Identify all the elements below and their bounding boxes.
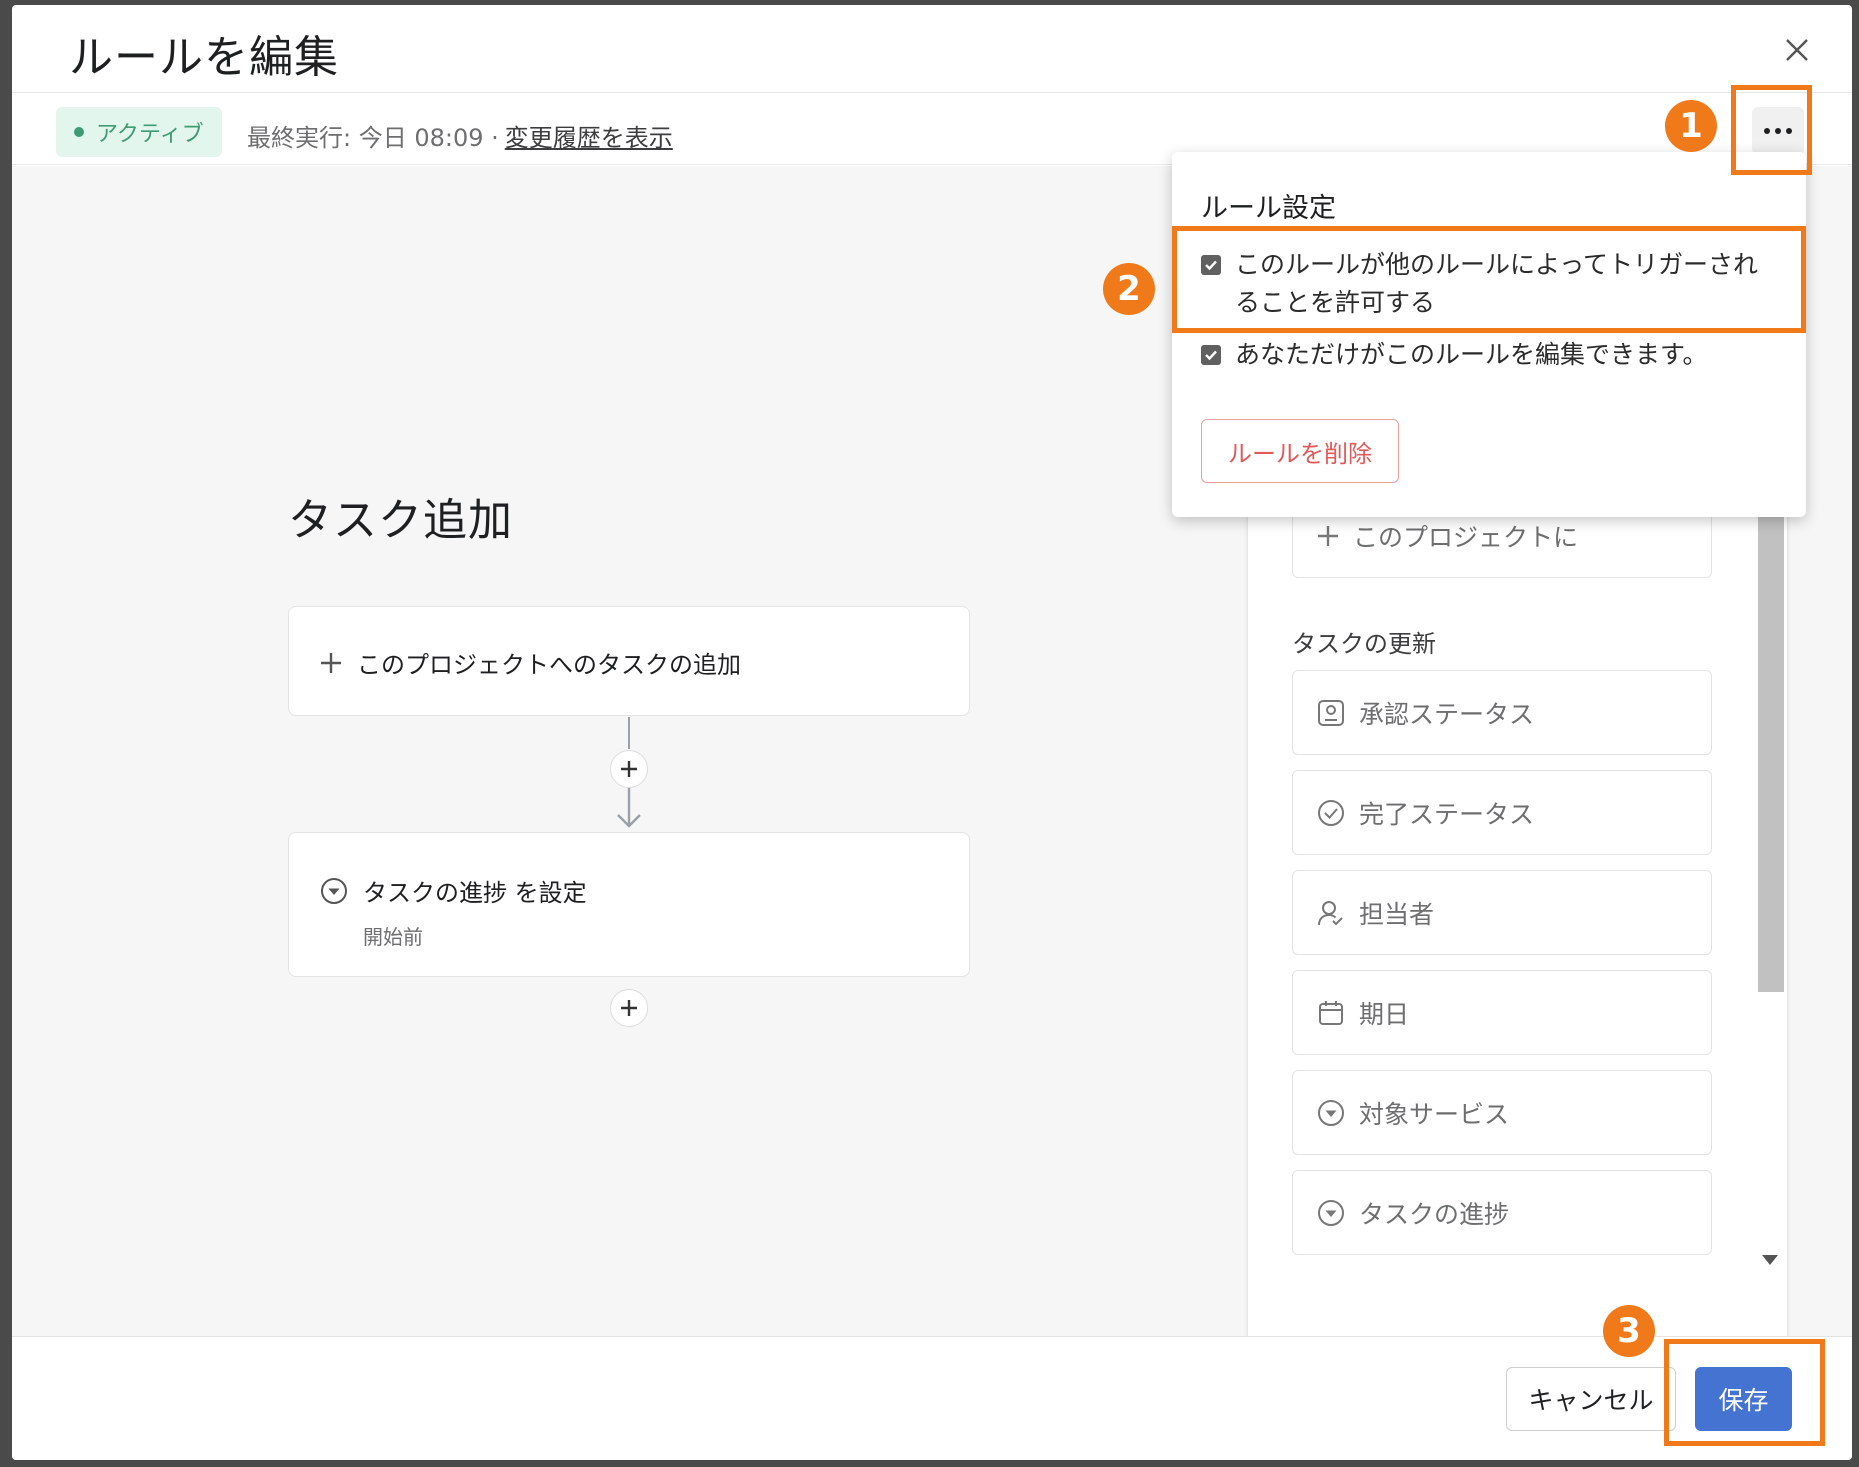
- checkmark-icon: [1205, 350, 1217, 361]
- cancel-button[interactable]: キャンセル: [1506, 1367, 1676, 1431]
- side-item-label: 期日: [1359, 999, 1410, 1029]
- side-item-label: 完了ステータス: [1359, 799, 1535, 829]
- allow-trigger-label-line2: ることを許可する: [1235, 288, 1436, 317]
- plus-icon: [321, 652, 341, 673]
- side-item-service[interactable]: 対象サービス: [1292, 1070, 1712, 1155]
- side-item-due-date[interactable]: 期日: [1292, 970, 1712, 1055]
- step-badge-1: 1: [1665, 100, 1717, 152]
- side-item-progress[interactable]: タスクの進捗: [1292, 1170, 1712, 1255]
- step-badge-2: 2: [1103, 263, 1155, 315]
- assignee-icon: [1318, 900, 1343, 925]
- trigger-card[interactable]: このプロジェクトへのタスクの追加: [288, 606, 970, 716]
- status-badge: アクティブ: [56, 107, 222, 157]
- plus-icon: [621, 1000, 637, 1016]
- only-you-edit-checkbox[interactable]: [1201, 345, 1221, 365]
- action-label: タスクの進捗 を設定: [363, 879, 587, 907]
- side-panel-scrollbar[interactable]: [1754, 506, 1784, 1350]
- connector-line: [628, 717, 630, 749]
- scrollbar-thumb[interactable]: [1758, 506, 1784, 992]
- rule-settings-title: ルール設定: [1201, 193, 1336, 224]
- side-item-approval[interactable]: 承認ステータス: [1292, 670, 1712, 755]
- trigger-label: このプロジェクトへのタスクの追加: [357, 651, 741, 679]
- side-item-completion[interactable]: 完了ステータス: [1292, 770, 1712, 855]
- calendar-icon: [1319, 1000, 1343, 1025]
- more-dots-icon: [1764, 128, 1770, 134]
- action-picker-panel: このプロジェクトに タスクの更新 承認ステータス 完了ステータス 担当者 期日 …: [1248, 506, 1787, 1350]
- only-you-edit-option[interactable]: あなただけがこのルールを編集できます。: [1201, 336, 1708, 374]
- allow-trigger-label-line1: このルールが他のルールによってトリガーされ: [1235, 250, 1759, 279]
- add-step-button[interactable]: [610, 750, 648, 788]
- action-card[interactable]: タスクの進捗 を設定 開始前: [288, 832, 970, 977]
- section-title: タスク追加: [288, 495, 513, 546]
- action-value: 開始前: [363, 925, 423, 949]
- step-badge-3: 3: [1603, 1305, 1655, 1357]
- close-icon: [1786, 39, 1808, 61]
- delete-rule-button[interactable]: ルールを削除: [1201, 419, 1399, 483]
- plus-icon: [1318, 525, 1338, 546]
- status-meta: 最終実行: 今日 08:09 · 変更履歴を表示: [247, 118, 673, 153]
- rule-settings-menu: ルール設定 このルールが他のルールによってトリガーされ ることを許可する あなた…: [1172, 152, 1806, 517]
- checkmark-icon: [1205, 260, 1217, 271]
- only-you-edit-label: あなただけがこのルールを編集できます。: [1235, 340, 1708, 369]
- arrow-down-icon: [617, 788, 641, 828]
- allow-trigger-option[interactable]: このルールが他のルールによってトリガーされ ることを許可する: [1201, 246, 1758, 322]
- history-link[interactable]: 変更履歴を表示: [505, 118, 673, 153]
- save-button[interactable]: 保存: [1695, 1367, 1792, 1431]
- allow-trigger-checkbox[interactable]: [1201, 255, 1221, 275]
- side-item-label: このプロジェクトに: [1353, 522, 1579, 552]
- modal-footer: キャンセル 保存: [12, 1336, 1852, 1460]
- side-item-label: 承認ステータス: [1359, 699, 1535, 729]
- approval-icon: [1318, 699, 1344, 726]
- status-label: アクティブ: [96, 122, 204, 147]
- add-step-button[interactable]: [610, 989, 648, 1027]
- side-item-label: 担当者: [1359, 899, 1435, 929]
- status-dot-icon: [74, 127, 84, 137]
- dropdown-field-icon: [1318, 1199, 1344, 1226]
- edit-rule-modal: ルールを編集 アクティブ 最終実行: 今日 08:09 · 変更履歴を表示 タス…: [12, 5, 1852, 1460]
- side-heading: タスクの更新: [1292, 630, 1436, 658]
- check-circle-icon: [1318, 799, 1344, 826]
- close-button[interactable]: [1772, 25, 1822, 75]
- modal-title: ルールを編集: [69, 32, 339, 83]
- side-item-assignee[interactable]: 担当者: [1292, 870, 1712, 955]
- more-options-button[interactable]: [1752, 107, 1804, 155]
- side-item-label: タスクの進捗: [1359, 1199, 1510, 1229]
- last-run-text: 最終実行: 今日 08:09 ·: [247, 124, 499, 152]
- dropdown-field-icon: [1318, 1099, 1344, 1126]
- side-item-label: 対象サービス: [1359, 1099, 1510, 1129]
- plus-icon: [621, 761, 637, 777]
- dropdown-field-icon: [321, 877, 347, 904]
- modal-header: ルールを編集: [12, 5, 1852, 93]
- scroll-down-arrow-icon[interactable]: [1762, 1255, 1778, 1265]
